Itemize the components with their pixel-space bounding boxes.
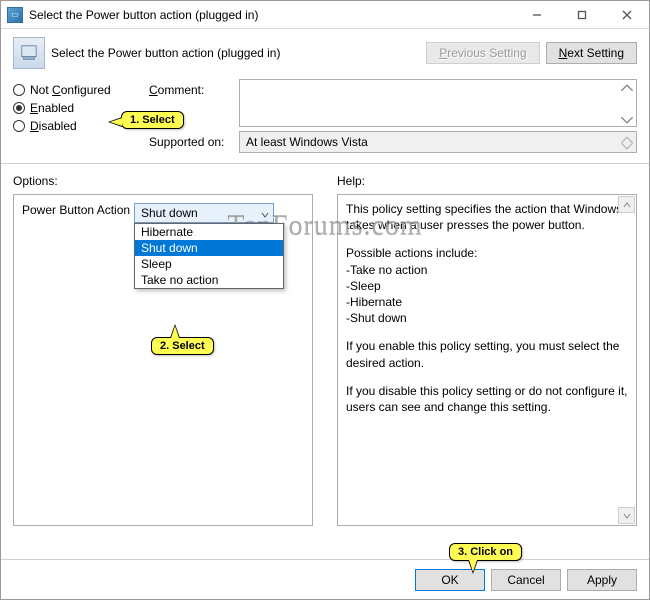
callout-text: 3. Click on — [458, 546, 513, 558]
scroll-down-icon — [620, 140, 634, 150]
dropdown-item-hibernate[interactable]: Hibernate — [135, 224, 283, 240]
policy-icon — [13, 37, 45, 69]
help-text: Possible actions include: — [346, 245, 628, 261]
scroll-down-icon[interactable] — [620, 114, 634, 124]
close-button[interactable] — [604, 1, 649, 28]
radio-mark-icon — [13, 102, 25, 114]
policy-title: Select the Power button action (plugged … — [51, 46, 426, 60]
help-text: -Shut down — [346, 310, 628, 326]
title-bar: ▭ Select the Power button action (plugge… — [1, 1, 649, 29]
options-box: Power Button Action Shut down Hibernate … — [13, 194, 313, 526]
radio-mark-icon — [13, 120, 25, 132]
help-text: -Sleep — [346, 278, 628, 294]
lower-panel: Options: Power Button Action Shut down H… — [1, 164, 649, 536]
help-text: -Take no action — [346, 262, 628, 278]
next-setting-button[interactable]: Next Setting — [546, 42, 637, 64]
window-title: Select the Power button action (plugged … — [29, 8, 514, 22]
upper-panel: Select the Power button action (plugged … — [1, 29, 649, 164]
supported-value: At least Windows Vista — [246, 135, 368, 149]
dropdown-item-take-no-action[interactable]: Take no action — [135, 272, 283, 288]
radio-not-configured[interactable]: Not Configured — [13, 83, 149, 97]
chevron-down-icon — [261, 208, 269, 222]
radio-mark-icon — [13, 84, 25, 96]
dropdown-item-shut-down[interactable]: Shut down — [135, 240, 283, 256]
callout-1: 1. Select — [121, 111, 184, 129]
options-label: Options: — [13, 174, 313, 188]
help-label: Help: — [337, 174, 637, 188]
app-icon: ▭ — [7, 7, 23, 23]
scroll-down-icon[interactable] — [618, 507, 635, 524]
supported-field: At least Windows Vista — [239, 131, 637, 153]
callout-text: 2. Select — [160, 340, 205, 352]
help-text: -Hibernate — [346, 294, 628, 310]
maximize-button[interactable] — [559, 1, 604, 28]
dropdown-list: Hibernate Shut down Sleep Take no action — [134, 223, 284, 289]
scroll-up-icon[interactable] — [618, 196, 635, 213]
callout-3: 3. Click on — [449, 543, 522, 561]
power-button-action-dropdown[interactable]: Shut down Hibernate Shut down Sleep Take… — [134, 203, 274, 223]
window-buttons — [514, 1, 649, 28]
callout-2: 2. Select — [151, 337, 214, 355]
help-text: If you disable this policy setting or do… — [346, 383, 628, 415]
button-bar: OK Cancel Apply — [1, 559, 649, 599]
help-text: This policy setting specifies the action… — [346, 201, 628, 233]
scroll-track[interactable] — [618, 213, 635, 507]
help-scrollbar[interactable] — [618, 196, 635, 524]
comment-textarea[interactable] — [239, 79, 637, 127]
dropdown-selected[interactable]: Shut down — [134, 203, 274, 223]
comment-label: Comment: — [149, 79, 239, 97]
dropdown-item-sleep[interactable]: Sleep — [135, 256, 283, 272]
supported-label: Supported on: — [149, 131, 239, 149]
previous-setting-button: Previous Setting — [426, 42, 539, 64]
apply-button[interactable]: Apply — [567, 569, 637, 591]
callout-text: 1. Select — [130, 114, 175, 126]
minimize-button[interactable] — [514, 1, 559, 28]
scroll-up-icon[interactable] — [620, 82, 634, 92]
dropdown-selected-value: Shut down — [141, 206, 198, 220]
help-box: This policy setting specifies the action… — [337, 194, 637, 526]
help-text: If you enable this policy setting, you m… — [346, 338, 628, 370]
cancel-button[interactable]: Cancel — [491, 569, 561, 591]
power-button-action-label: Power Button Action — [22, 203, 134, 217]
